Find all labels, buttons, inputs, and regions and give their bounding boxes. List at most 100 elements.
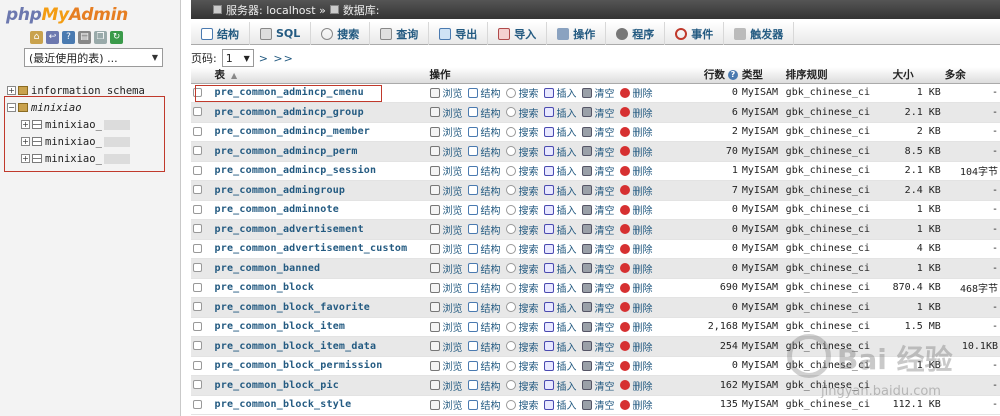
header-collation[interactable]: 排序规则	[783, 67, 891, 84]
table-name-link[interactable]: pre_common_block_permission	[215, 360, 383, 371]
table-row[interactable]: pre_common_block_permission 浏览 结构 搜索 插入 清空 删除 0…	[191, 356, 1000, 376]
table-row[interactable]: pre_common_admincp_group 浏览 结构 搜索 插入 清空 删除 6 MyI…	[191, 102, 1000, 123]
table-row[interactable]: pre_common_advertisement 浏览 结构 搜索 插入 清空 删除 0 MyI…	[191, 219, 1000, 240]
table-name-link[interactable]: pre_common_admincp_perm	[215, 146, 358, 157]
row-checkbox[interactable]	[193, 399, 202, 409]
table-name-cell[interactable]: pre_common_admincp_group	[212, 102, 428, 123]
table-name-link[interactable]: pre_common_block_item_data	[215, 341, 377, 352]
browse-action[interactable]: 浏览	[429, 105, 463, 120]
tab-export[interactable]: 导出	[429, 22, 489, 45]
table-row[interactable]: pre_common_block_style 浏览 结构 搜索 插入 清空 删除 135 MyI…	[191, 395, 1000, 415]
table-name-link[interactable]: pre_common_block_item	[215, 321, 346, 332]
structure-action[interactable]: 结构	[467, 319, 501, 334]
row-checkbox-cell[interactable]	[191, 102, 213, 123]
search-action[interactable]: 搜索	[505, 85, 539, 100]
breadcrumb-server[interactable]: 服务器: localhost »	[226, 2, 326, 18]
row-checkbox-cell[interactable]	[191, 395, 213, 415]
empty-action[interactable]: 清空	[581, 85, 615, 100]
row-checkbox[interactable]	[193, 224, 202, 234]
insert-action[interactable]: 插入	[543, 339, 577, 354]
empty-action[interactable]: 清空	[581, 144, 615, 159]
drop-action[interactable]: 删除	[619, 339, 653, 354]
row-checkbox-cell[interactable]	[191, 239, 213, 259]
browse-action[interactable]: 浏览	[429, 358, 463, 373]
empty-action[interactable]: 清空	[581, 124, 615, 139]
phpmyadmin-logo[interactable]: phpMyAdmin	[6, 5, 128, 25]
insert-action[interactable]: 插入	[543, 202, 577, 217]
search-action[interactable]: 搜索	[505, 163, 539, 178]
table-name-link[interactable]: pre_common_admincp_member	[215, 126, 371, 137]
drop-action[interactable]: 删除	[619, 319, 653, 334]
table-name-cell[interactable]: pre_common_block_item	[212, 317, 428, 337]
drop-action[interactable]: 删除	[619, 261, 653, 276]
browse-action[interactable]: 浏览	[429, 378, 463, 393]
drop-action[interactable]: 删除	[619, 183, 653, 198]
next-page-link[interactable]: > >>	[259, 52, 294, 65]
reload-icon[interactable]: ↻	[110, 31, 123, 44]
copy-icon[interactable]: ❐	[94, 31, 107, 44]
tab-query[interactable]: 查询	[370, 22, 430, 45]
row-checkbox[interactable]	[193, 126, 202, 136]
search-action[interactable]: 搜索	[505, 105, 539, 120]
table-name-cell[interactable]: pre_common_banned	[212, 258, 428, 279]
table-name-cell[interactable]: pre_common_block_item_data	[212, 336, 428, 357]
structure-action[interactable]: 结构	[467, 144, 501, 159]
structure-action[interactable]: 结构	[467, 124, 501, 139]
header-rows[interactable]: 行数?	[688, 67, 740, 84]
structure-action[interactable]: 结构	[467, 241, 501, 256]
insert-action[interactable]: 插入	[543, 85, 577, 100]
table-name-cell[interactable]: pre_common_admincp_session	[212, 161, 428, 181]
drop-action[interactable]: 删除	[619, 222, 653, 237]
table-name-link[interactable]: pre_common_block	[215, 282, 315, 293]
empty-action[interactable]: 清空	[581, 358, 615, 373]
empty-action[interactable]: 清空	[581, 222, 615, 237]
row-checkbox-cell[interactable]	[191, 180, 213, 201]
table-row[interactable]: pre_common_banned 浏览 结构 搜索 插入 清空 删除 0 MyISAM gbk_…	[191, 258, 1000, 279]
empty-action[interactable]: 清空	[581, 163, 615, 178]
table-name-cell[interactable]: pre_common_admincp_member	[212, 122, 428, 142]
search-action[interactable]: 搜索	[505, 241, 539, 256]
browse-action[interactable]: 浏览	[429, 183, 463, 198]
tab-triggers[interactable]: 触发器	[724, 22, 795, 45]
header-size[interactable]: 大小	[890, 67, 943, 84]
row-checkbox-cell[interactable]	[191, 141, 213, 162]
search-action[interactable]: 搜索	[505, 202, 539, 217]
row-checkbox-cell[interactable]	[191, 258, 213, 279]
structure-action[interactable]: 结构	[467, 339, 501, 354]
row-checkbox[interactable]	[193, 165, 202, 175]
table-name-cell[interactable]: pre_common_advertisement	[212, 219, 428, 240]
row-checkbox-cell[interactable]	[191, 219, 213, 240]
row-checkbox[interactable]	[193, 302, 202, 312]
structure-action[interactable]: 结构	[467, 105, 501, 120]
browse-action[interactable]: 浏览	[429, 85, 463, 100]
row-checkbox[interactable]	[193, 321, 202, 331]
row-checkbox-cell[interactable]	[191, 161, 213, 181]
insert-action[interactable]: 插入	[543, 144, 577, 159]
table-row[interactable]: pre_common_admingroup 浏览 结构 搜索 插入 清空 删除 7 MyISAM…	[191, 180, 1000, 201]
table-row[interactable]: pre_common_block_pic 浏览 结构 搜索 插入 清空 删除 162 MyISA…	[191, 375, 1000, 396]
browse-action[interactable]: 浏览	[429, 222, 463, 237]
insert-action[interactable]: 插入	[543, 222, 577, 237]
row-checkbox[interactable]	[193, 185, 202, 195]
empty-action[interactable]: 清空	[581, 397, 615, 412]
table-name-link[interactable]: pre_common_advertisement	[215, 224, 364, 235]
row-checkbox-cell[interactable]	[191, 317, 213, 337]
table-row[interactable]: pre_common_block_item 浏览 结构 搜索 插入 清空 删除 2,168 My…	[191, 317, 1000, 337]
insert-action[interactable]: 插入	[543, 378, 577, 393]
insert-action[interactable]: 插入	[543, 280, 577, 295]
home-icon[interactable]: ⌂	[30, 31, 43, 44]
drop-action[interactable]: 删除	[619, 163, 653, 178]
empty-action[interactable]: 清空	[581, 183, 615, 198]
table-name-cell[interactable]: pre_common_admincp_perm	[212, 141, 428, 162]
structure-action[interactable]: 结构	[467, 280, 501, 295]
table-row[interactable]: pre_common_admincp_session 浏览 结构 搜索 插入 清空 删除 1 M…	[191, 161, 1000, 181]
row-checkbox[interactable]	[193, 282, 202, 292]
browse-action[interactable]: 浏览	[429, 300, 463, 315]
structure-action[interactable]: 结构	[467, 222, 501, 237]
row-checkbox-cell[interactable]	[191, 356, 213, 376]
table-row[interactable]: pre_common_admincp_perm 浏览 结构 搜索 插入 清空 删除 70 MyI…	[191, 141, 1000, 162]
page-select[interactable]: 1 ▼	[221, 49, 254, 67]
browse-action[interactable]: 浏览	[429, 280, 463, 295]
tab-structure[interactable]: 结构	[191, 22, 250, 45]
drop-action[interactable]: 删除	[619, 105, 653, 120]
